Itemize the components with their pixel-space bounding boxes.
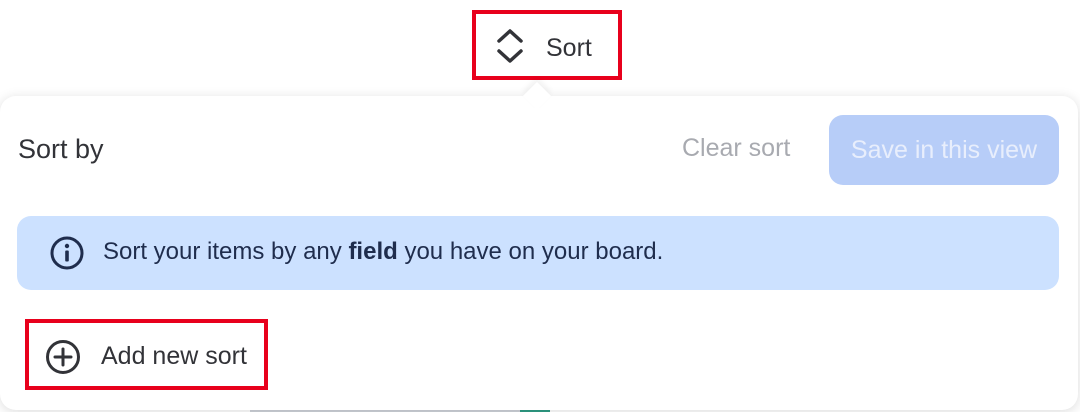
popover-title: Sort by bbox=[18, 134, 104, 164]
info-text-start: Sort your items by any bbox=[103, 238, 349, 265]
sort-popover: Sort by Clear sort Save in this view Sor… bbox=[0, 96, 1078, 410]
add-new-sort-label: Add new sort bbox=[101, 342, 247, 370]
info-text: Sort your items by any field you have on… bbox=[103, 238, 663, 266]
info-text-end: you have on your board. bbox=[397, 238, 664, 265]
clear-sort-button[interactable]: Clear sort bbox=[668, 134, 804, 163]
plus-circle-icon bbox=[45, 339, 81, 375]
sort-chevrons-icon bbox=[494, 27, 526, 65]
info-banner: Sort your items by any field you have on… bbox=[17, 216, 1059, 290]
info-icon bbox=[49, 235, 85, 271]
save-in-view-button[interactable]: Save in this view bbox=[829, 115, 1059, 185]
info-text-bold: field bbox=[348, 238, 398, 265]
sort-button-label: Sort bbox=[546, 34, 592, 62]
sort-button[interactable]: Sort bbox=[472, 10, 622, 80]
add-new-sort-button[interactable]: Add new sort bbox=[25, 319, 268, 390]
